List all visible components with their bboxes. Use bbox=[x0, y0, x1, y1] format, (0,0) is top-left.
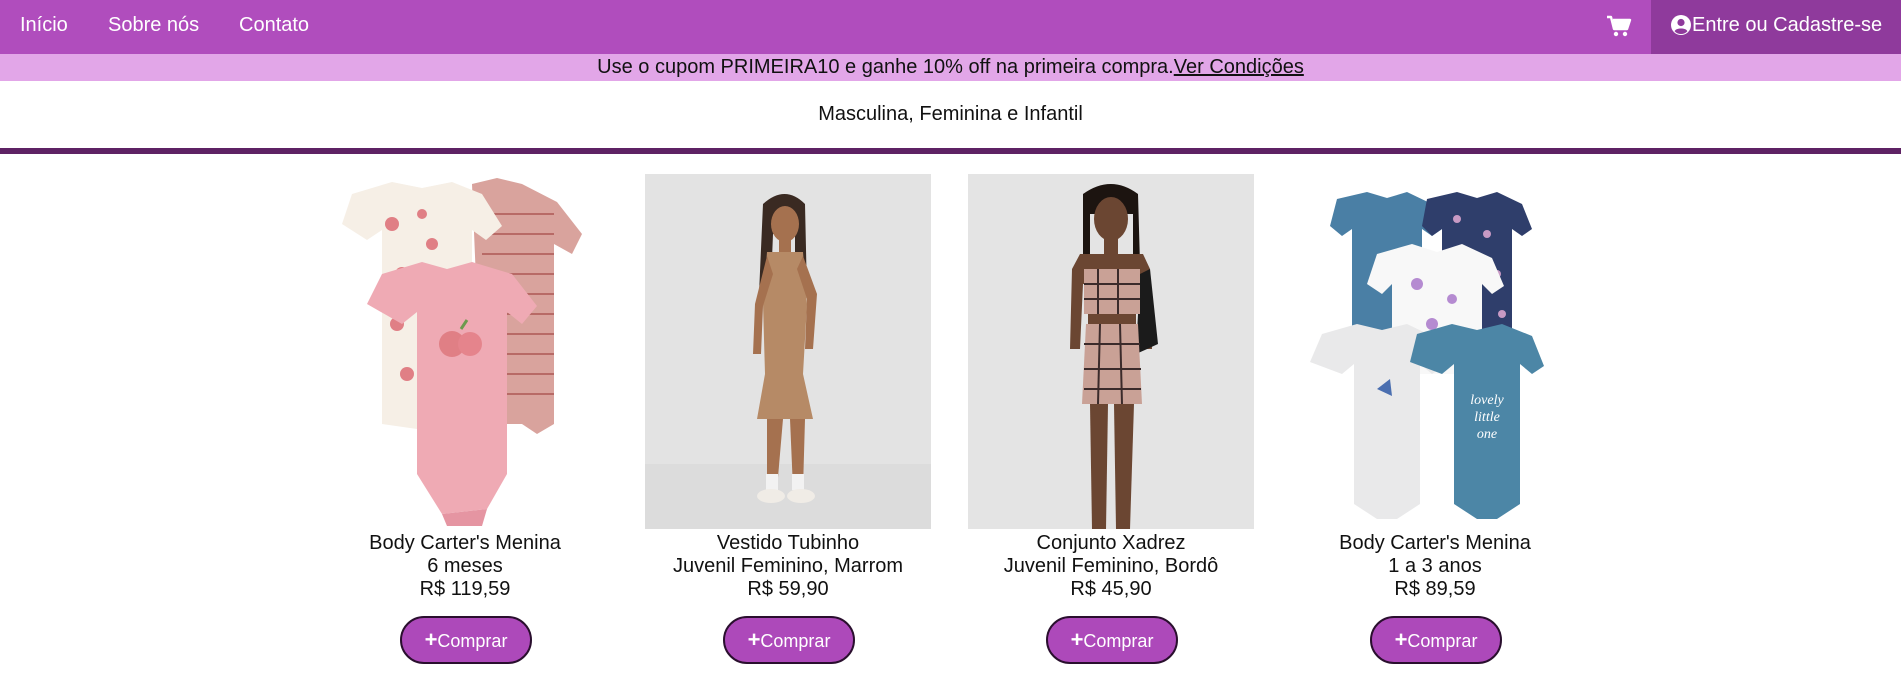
promo-banner: Use o cupom PRIMEIRA10 e ganhe 10% off n… bbox=[0, 54, 1901, 81]
product-name: Body Carter's Menina bbox=[1339, 532, 1531, 554]
top-navbar: Início Sobre nós Contato Entre ou Cadast… bbox=[0, 0, 1901, 54]
product-image[interactable] bbox=[645, 174, 931, 529]
buy-button[interactable]: +Comprar bbox=[723, 616, 855, 664]
product-image[interactable] bbox=[968, 174, 1254, 529]
plus-icon: + bbox=[424, 627, 438, 652]
section-divider bbox=[0, 148, 1901, 154]
nav-link-sobre[interactable]: Sobre nós bbox=[108, 0, 199, 54]
categories-text: Masculina, Feminina e Infantil bbox=[0, 81, 1901, 148]
buy-button-label: Comprar bbox=[437, 631, 508, 651]
login-label: Entre ou Cadastre-se bbox=[1692, 14, 1883, 36]
product-price: R$ 89,59 bbox=[1394, 578, 1476, 600]
product-card: Conjunto Xadrez Juvenil Feminino, Bordô … bbox=[951, 174, 1271, 674]
svg-text:one: one bbox=[1477, 427, 1497, 442]
product-price: R$ 119,59 bbox=[419, 578, 511, 600]
product-subtitle: 6 meses bbox=[427, 555, 503, 577]
product-image[interactable] bbox=[322, 174, 608, 529]
product-card: Body Carter's Menina 6 meses R$ 119,59 +… bbox=[305, 174, 625, 674]
svg-text:lovely: lovely bbox=[1470, 393, 1504, 408]
svg-text:little: little bbox=[1474, 410, 1500, 425]
product-card: lovely little one Body Carter's Menina 1… bbox=[1275, 174, 1595, 674]
buy-button-label: Comprar bbox=[1083, 631, 1154, 651]
promo-text: Use o cupom PRIMEIRA10 e ganhe 10% off n… bbox=[597, 56, 1174, 78]
product-subtitle: 1 a 3 anos bbox=[1388, 555, 1482, 577]
buy-button-label: Comprar bbox=[760, 631, 831, 651]
product-price: R$ 45,90 bbox=[1070, 578, 1152, 600]
product-card: Vestido Tubinho Juvenil Feminino, Marrom… bbox=[628, 174, 948, 674]
product-name: Body Carter's Menina bbox=[369, 532, 561, 554]
buy-button-label: Comprar bbox=[1407, 631, 1478, 651]
buy-button[interactable]: +Comprar bbox=[400, 616, 532, 664]
plus-icon: + bbox=[1070, 627, 1084, 652]
product-subtitle: Juvenil Feminino, Marrom bbox=[672, 555, 904, 577]
product-name: Conjunto Xadrez bbox=[1036, 532, 1186, 554]
plus-icon: + bbox=[1394, 627, 1408, 652]
shopping-cart-icon[interactable] bbox=[1606, 14, 1632, 38]
product-image[interactable]: lovely little one bbox=[1292, 174, 1578, 529]
login-signup-button[interactable]: Entre ou Cadastre-se bbox=[1651, 0, 1901, 54]
product-subtitle: Juvenil Feminino, Bordô bbox=[1003, 555, 1219, 577]
nav-link-contato[interactable]: Contato bbox=[239, 0, 309, 54]
buy-button[interactable]: +Comprar bbox=[1370, 616, 1502, 664]
plus-icon: + bbox=[747, 627, 761, 652]
product-price: R$ 59,90 bbox=[747, 578, 829, 600]
promo-conditions-link[interactable]: Ver Condições bbox=[1174, 56, 1304, 78]
buy-button[interactable]: +Comprar bbox=[1046, 616, 1178, 664]
nav-link-inicio[interactable]: Início bbox=[20, 0, 68, 54]
user-circle-icon bbox=[1671, 15, 1691, 35]
product-name: Vestido Tubinho bbox=[716, 532, 860, 554]
